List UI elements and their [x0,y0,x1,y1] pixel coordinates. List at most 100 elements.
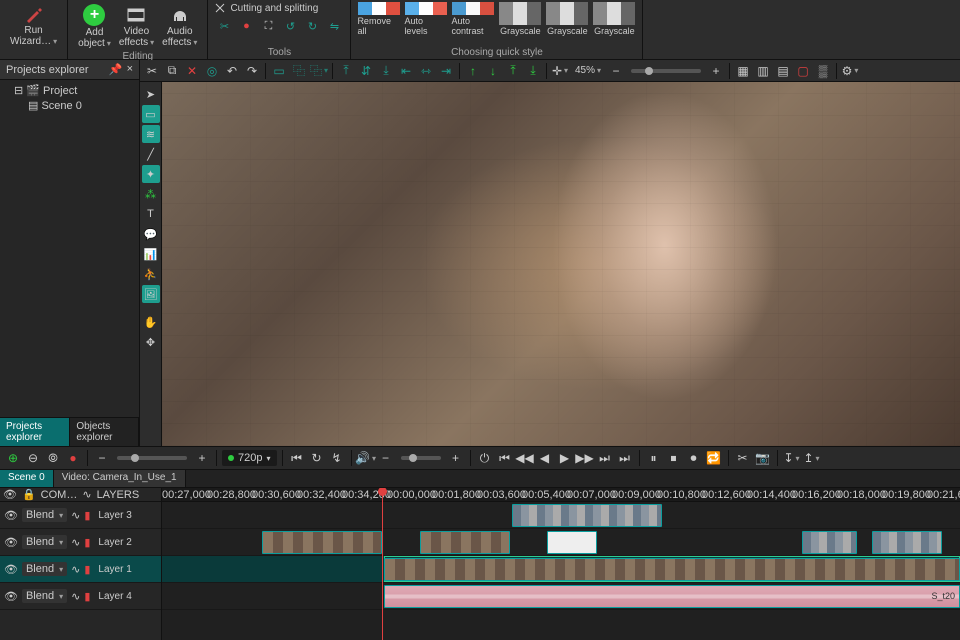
add-track-button[interactable]: ⊕ [4,449,22,467]
frame-fwd-button[interactable]: ▶▶ [576,449,594,467]
align-top-button[interactable]: ⇤ [397,62,415,80]
pointer-tool[interactable]: ➤ [142,85,160,103]
add-object-button[interactable]: + Addobject [74,2,115,51]
go-end-button[interactable]: ⏭ [616,449,634,467]
loop-button[interactable]: ↻ [308,449,326,467]
eye-icon[interactable]: 👁 [4,590,18,603]
clip-portrait-2[interactable] [420,531,510,554]
vol-up[interactable]: + [447,449,465,467]
record-button[interactable]: ● [64,449,82,467]
redo-button[interactable]: ↷ [243,62,261,80]
eye-icon[interactable]: 👁 [4,563,18,576]
marker-tool[interactable]: ● [236,16,256,36]
resolution-selector[interactable]: 720p▾ [222,450,277,466]
cut-button[interactable]: ✂ [143,62,161,80]
blend-mode-1[interactable]: Blend [22,562,67,576]
zoom-out-button[interactable]: − [607,62,625,80]
rotate-right-tool[interactable]: ↻ [302,16,322,36]
snap-dropdown[interactable]: ✛ [551,62,569,80]
zoom-in-button[interactable]: + [707,62,725,80]
style-auto-levels[interactable]: Auto levels [404,2,448,36]
delete-button[interactable]: ✕ [183,62,201,80]
select-button[interactable]: ▭ [270,62,288,80]
bring-forward-button[interactable]: ↑ [464,62,482,80]
fit-button[interactable]: ⦾ [44,449,62,467]
timeline-tab-scene[interactable]: Scene 0 [0,470,54,487]
mute-icon[interactable]: ▮ [84,590,90,603]
blend-mode-3[interactable]: Blend [22,508,67,522]
loop2-button[interactable]: 🔁 [705,449,723,467]
pin-icon[interactable]: 📌 [109,63,123,76]
style-remove-all[interactable]: Remove all [357,2,401,36]
prev-frame-button[interactable]: ⏮ [288,449,306,467]
clip-portrait-1[interactable] [262,531,382,554]
timeline-tab-clip[interactable]: Video: Camera_In_Use_1 [54,470,186,487]
undo-button[interactable]: ↶ [223,62,241,80]
step-back-button[interactable]: ◀◀ [516,449,534,467]
timeline-ruler[interactable]: 00:27,00000:28,80000:30,60000:32,40000:3… [162,488,960,502]
clip-city-2[interactable] [802,531,857,554]
layer-row-1[interactable]: 👁 Blend ∿▮ Layer 1 [0,556,161,583]
step-fwd-button[interactable]: ⏭ [596,449,614,467]
view-3-button[interactable]: ▤ [774,62,792,80]
rotate-left-tool[interactable]: ↺ [280,16,300,36]
clip-audio[interactable]: S_t20 [384,585,960,608]
close-icon[interactable]: × [127,63,133,76]
layer-row-2[interactable]: 👁 Blend ∿▮ Layer 2 [0,529,161,556]
align-right-button[interactable]: ⤓ [377,62,395,80]
person-tool[interactable]: ⛹ [142,265,160,283]
tl-zoom-in[interactable]: + [193,449,211,467]
shape-tool[interactable]: ✦ [142,165,160,183]
layers-tool[interactable]: ≋ [142,125,160,143]
group-button[interactable]: ⿻ [290,62,308,80]
tab-objects-explorer[interactable]: Objects explorer [70,418,139,446]
copy-button[interactable]: ⧉ [163,62,181,80]
mute-icon[interactable]: ▮ [84,509,90,522]
volume-button[interactable]: 🔊 [357,449,375,467]
eye-icon[interactable]: 👁 [4,536,18,549]
align-center-h-button[interactable]: ⇵ [357,62,375,80]
eye-icon[interactable]: 👁 [3,488,17,501]
style-auto-contrast[interactable]: Auto contrast [451,2,495,36]
style-grayscale-1[interactable]: Grayscale [498,2,542,36]
image-tool[interactable]: 🖼 [142,285,160,303]
rect-tool[interactable]: ▭ [142,105,160,123]
audio-effects-button[interactable]: Audioeffects [158,2,201,51]
remove-track-button[interactable]: ⊖ [24,449,42,467]
tl-zoom-slider[interactable] [117,456,187,460]
tree-root-project[interactable]: ⊟ 🎬 Project [4,83,135,98]
layer-row-4[interactable]: 👁 Blend ∿▮ Layer 4 [0,583,161,610]
lock-icon[interactable]: 🔒 [22,488,36,501]
align-middle-button[interactable]: ⇿ [417,62,435,80]
flip-tool[interactable]: ⇋ [324,16,344,36]
split-button[interactable]: ✂ [734,449,752,467]
speed-up[interactable]: ↥ [803,449,821,467]
vol-down[interactable]: − [377,449,395,467]
blend-mode-4[interactable]: Blend [22,589,67,603]
style-grayscale-3[interactable]: Grayscale [592,2,636,36]
tab-projects-explorer[interactable]: Projects explorer [0,418,70,446]
target-button[interactable]: ◎ [203,62,221,80]
volume-slider[interactable] [401,456,441,460]
speed-down[interactable]: ↧ [783,449,801,467]
line-tool[interactable]: ╱ [142,145,160,163]
video-effects-button[interactable]: Videoeffects [115,2,158,51]
play-button[interactable]: ▶ [556,449,574,467]
pause-button[interactable]: ⏸ [645,449,663,467]
clip-main-selected[interactable] [384,558,960,581]
run-wizard-button[interactable]: RunWizard… [6,2,61,49]
group-dropdown[interactable]: ⿻ [310,62,328,80]
blend-mode-2[interactable]: Blend [22,535,67,549]
eye-icon[interactable]: 👁 [4,509,18,522]
bring-front-button[interactable]: ⤒ [504,62,522,80]
hand-tool[interactable]: ✋ [142,313,160,331]
tooltip-tool[interactable]: 💬 [142,225,160,243]
grid-button[interactable]: ▒ [814,62,832,80]
zoom-slider[interactable] [631,69,701,73]
tree-scene-0[interactable]: ▤ Scene 0 [4,98,135,113]
playhead[interactable] [382,488,383,640]
spray-tool[interactable]: ⁂ [142,185,160,203]
mute-icon[interactable]: ▮ [84,563,90,576]
view-1-button[interactable]: ▦ [734,62,752,80]
safe-area-button[interactable]: ▢ [794,62,812,80]
